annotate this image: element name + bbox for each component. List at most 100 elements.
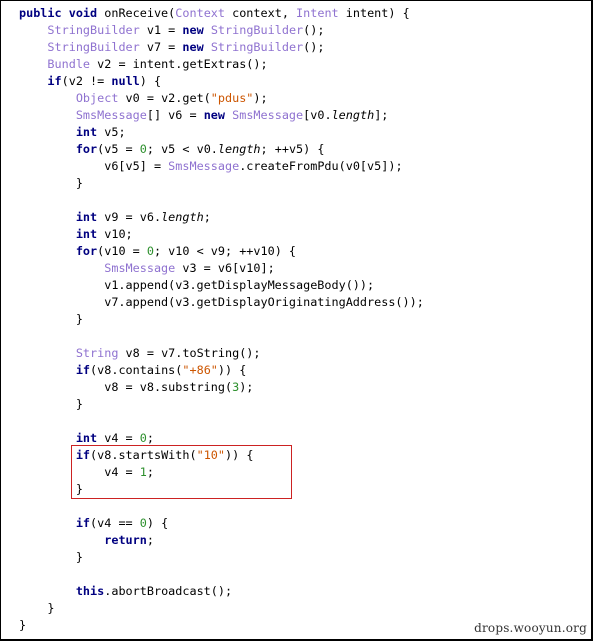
- code-token: SmsMessage: [104, 261, 176, 275]
- code-token: (v4 ==: [90, 516, 140, 530]
- code-token: int: [75, 210, 98, 224]
- code-token: length: [161, 210, 204, 224]
- code-token: v1.append(v3.getDisplayMessageBody());: [19, 278, 375, 292]
- code-token: )) {: [217, 363, 247, 377]
- code-line: if(v2 != null) {: [19, 73, 424, 90]
- code-line: if(v4 == 0) {: [19, 515, 424, 532]
- code-token: SmsMessage: [75, 108, 147, 122]
- code-screenshot-frame: public void onReceive(Context context, I…: [0, 0, 593, 641]
- code-token: Intent: [296, 6, 339, 20]
- code-token: v0 = v2.get(: [118, 91, 211, 105]
- code-token: SmsMessage: [232, 108, 304, 122]
- code-token: for: [75, 244, 98, 258]
- code-token: v4 =: [97, 431, 140, 445]
- code-line: SmsMessage v3 = v6[v10];: [19, 260, 424, 277]
- code-token: v7 =: [139, 40, 183, 54]
- code-line: v8 = v8.substring(3);: [19, 379, 424, 396]
- code-line: }: [19, 617, 424, 634]
- code-token: context,: [225, 6, 297, 20]
- code-token: 0: [139, 516, 147, 530]
- code-token: if: [75, 363, 91, 377]
- code-token: v3 = v6[v10];: [175, 261, 275, 275]
- code-token: if: [75, 516, 91, 530]
- code-token: Object: [75, 91, 119, 105]
- code-token: "pdus": [210, 91, 254, 105]
- code-token: new: [182, 40, 204, 54]
- code-token: String: [75, 346, 119, 360]
- code-token: if: [47, 74, 62, 88]
- code-token: }: [19, 550, 83, 564]
- code-line: Bundle v2 = intent.getExtras();: [19, 56, 424, 73]
- code-token: StringBuilder: [47, 40, 140, 54]
- code-token: (v10 =: [97, 244, 147, 258]
- code-token: ;: [146, 533, 154, 547]
- code-token: ; v5 < v0.: [146, 142, 218, 156]
- code-line: for(v5 = 0; v5 < v0.length; ++v5) {: [19, 141, 424, 158]
- code-line: Object v0 = v2.get("pdus");: [19, 90, 424, 107]
- code-token: (v2 !=: [61, 74, 112, 88]
- code-line: int v5;: [19, 124, 424, 141]
- code-token: v8 = v8.substring(: [19, 380, 233, 394]
- code-token: ();: [303, 23, 325, 37]
- code-token: [] v6 =: [146, 108, 204, 122]
- code-token: }: [19, 176, 83, 190]
- highlight-box: [71, 445, 292, 499]
- code-token: v7.append(v3.getDisplayOriginatingAddres…: [19, 295, 424, 309]
- code-token: for: [75, 142, 98, 156]
- code-token: v2 = intent.getExtras();: [90, 57, 268, 71]
- watermark: drops.wooyun.org: [474, 621, 587, 635]
- code-token: .abortBroadcast();: [104, 584, 233, 598]
- code-token: 0: [146, 244, 154, 258]
- code-line: return;: [19, 532, 424, 549]
- code-token: (v5 =: [97, 142, 140, 156]
- code-token: new: [203, 108, 225, 122]
- code-line: }: [19, 311, 424, 328]
- code-token: );: [253, 91, 268, 105]
- code-token: 0: [139, 142, 147, 156]
- code-token: ;: [203, 210, 211, 224]
- code-token: StringBuilder: [47, 23, 140, 37]
- code-token: );: [239, 380, 254, 394]
- code-token: ;: [146, 431, 154, 445]
- code-token: }: [19, 312, 83, 326]
- code-token: int: [75, 125, 98, 139]
- code-line: String v8 = v7.toString();: [19, 345, 424, 362]
- code-line: v7.append(v3.getDisplayOriginatingAddres…: [19, 294, 424, 311]
- code-token: v8 = v7.toString();: [118, 346, 261, 360]
- code-token: ();: [303, 40, 325, 54]
- code-token: onReceive(: [97, 6, 176, 20]
- code-token: SmsMessage: [168, 159, 240, 173]
- code-token: Bundle: [47, 57, 91, 71]
- code-token: StringBuilder: [210, 40, 304, 54]
- code-token: return: [104, 533, 147, 547]
- code-token: public void: [19, 6, 98, 20]
- code-line: }: [19, 600, 424, 617]
- code-token: length: [217, 142, 261, 156]
- code-token: null: [111, 74, 140, 88]
- code-token: ; v10 < v9; ++v10) {: [153, 244, 297, 258]
- code-line: this.abortBroadcast();: [19, 583, 424, 600]
- code-line: int v10;: [19, 226, 424, 243]
- code-token: ; ++v5) {: [260, 142, 325, 156]
- code-line: if(v8.contains("+86")) {: [19, 362, 424, 379]
- code-line: v6[v5] = SmsMessage.createFromPdu(v0[v5]…: [19, 158, 424, 175]
- code-token: StringBuilder: [210, 23, 304, 37]
- code-token: "+86": [182, 363, 218, 377]
- code-token: [v0.: [303, 108, 332, 122]
- code-line: }: [19, 175, 424, 192]
